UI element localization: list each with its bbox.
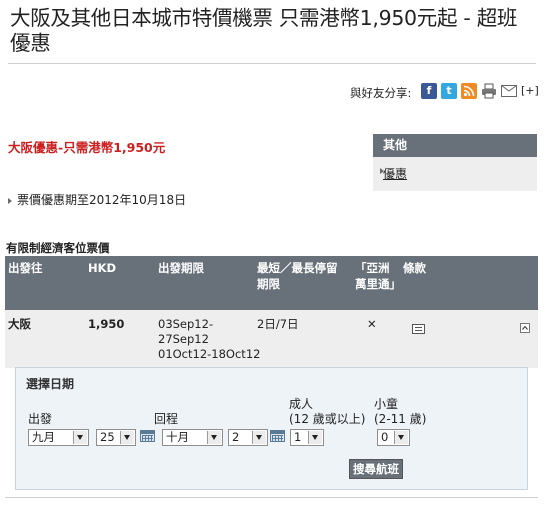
fare-table-header: 出發往 HKD 出發期限 最短／最長停留期限 「亞洲萬里通」 條款 [5,256,538,310]
page-title: 大阪及其他日本城市特價機票 只需港幣1,950元起 - 超班優惠 [10,6,518,55]
rss-icon[interactable] [461,82,477,99]
adults-value: 1 [294,430,302,444]
row-period-1: 03Sep12- [158,317,214,331]
return-day-value: 2 [232,430,240,444]
adult-age-label: (12 歲或以上) [289,412,366,426]
col-asia-miles: 「亞洲萬里通」 [355,261,401,291]
depart-label: 出發 [28,412,53,426]
row-stay: 2日/7日 [257,317,299,331]
chevron-down-icon [252,431,266,444]
chevron-down-icon [120,431,134,444]
date-picker-panel: 選擇日期 出發 回程 成人 (12 歲或以上) 小童 (2-11 歲) 九月 2… [15,367,528,490]
chevron-down-icon [394,431,408,444]
fare-table-title: 有限制經濟客位票價 [6,241,110,255]
row-period-3: 01Oct12-18Oct12 [158,347,261,361]
terms-icon[interactable] [412,319,425,338]
adults-select[interactable]: 1 [290,429,324,446]
sidebar-item-offers[interactable]: 優惠 [383,165,407,182]
col-terms: 條款 [403,261,426,275]
return-day-select[interactable]: 2 [228,429,268,446]
col-currency: HKD [88,261,117,275]
children-value: 0 [381,430,389,444]
sidebar-heading: 其他 [373,134,537,157]
chevron-down-icon [308,431,322,444]
facebook-icon[interactable]: f [421,82,437,99]
row-price: 1,950 [88,317,125,331]
depart-day-value: 25 [100,430,115,444]
return-month-select[interactable]: 十月 [162,429,223,446]
search-flights-button[interactable]: 搜尋航班 [349,459,403,479]
twitter-icon[interactable]: t [441,82,457,99]
depart-day-select[interactable]: 25 [96,429,136,446]
validity-text: 票價優惠期至2012年10月18日 [8,191,186,208]
row-period-2: 27Sep12 [158,332,209,346]
row-destination: 大阪 [8,317,31,331]
return-month-value: 十月 [166,430,189,444]
calendar-icon[interactable] [140,430,155,442]
print-icon[interactable] [481,82,497,99]
validity-label: 票價優惠期至2012年10月18日 [17,193,187,207]
share-icons: f t [+] [421,82,539,99]
share-more-link[interactable]: [+] [521,84,539,97]
asia-miles-cross-icon: ✕ [367,317,377,331]
children-select[interactable]: 0 [377,429,410,446]
date-picker-heading: 選擇日期 [26,377,75,391]
bottom-divider [5,497,538,498]
child-age-label: (2-11 歲) [374,412,427,426]
email-icon[interactable] [501,82,517,99]
col-stay: 最短／最長停留期限 [257,261,338,291]
calendar-icon[interactable] [270,430,285,442]
collapse-icon[interactable] [520,318,530,337]
table-row: 大阪 1,950 03Sep12- 27Sep12 01Oct12-18Oct1… [5,310,538,368]
return-label: 回程 [154,412,179,426]
depart-month-value: 九月 [32,430,55,444]
share-label: 與好友分享: [350,86,412,100]
chevron-down-icon [207,431,221,444]
depart-month-select[interactable]: 九月 [28,429,89,446]
promo-headline: 大阪優惠-只需港幣1,950元 [8,140,166,155]
title-divider [8,63,536,64]
col-period: 出發期限 [158,261,204,275]
col-destination: 出發往 [8,261,43,275]
bullet-icon [8,197,12,204]
chevron-down-icon [73,431,87,444]
